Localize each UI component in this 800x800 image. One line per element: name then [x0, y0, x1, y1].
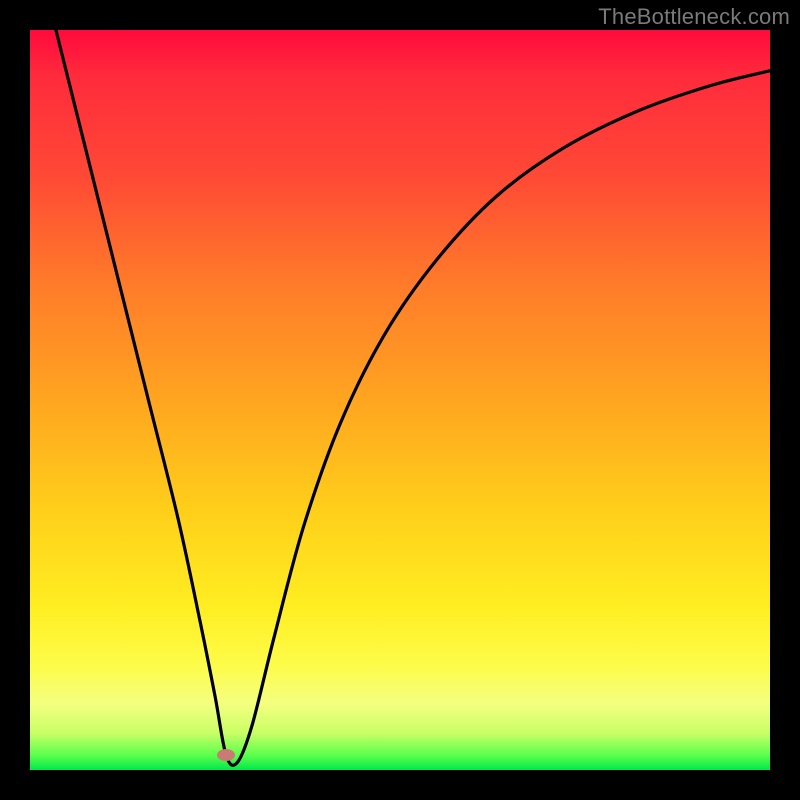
bottleneck-curve: [56, 30, 770, 765]
min-point-marker: [217, 749, 235, 761]
chart-frame: TheBottleneck.com: [0, 0, 800, 800]
curve-svg: [30, 30, 770, 770]
watermark-text: TheBottleneck.com: [598, 4, 790, 30]
plot-area: [30, 30, 770, 770]
